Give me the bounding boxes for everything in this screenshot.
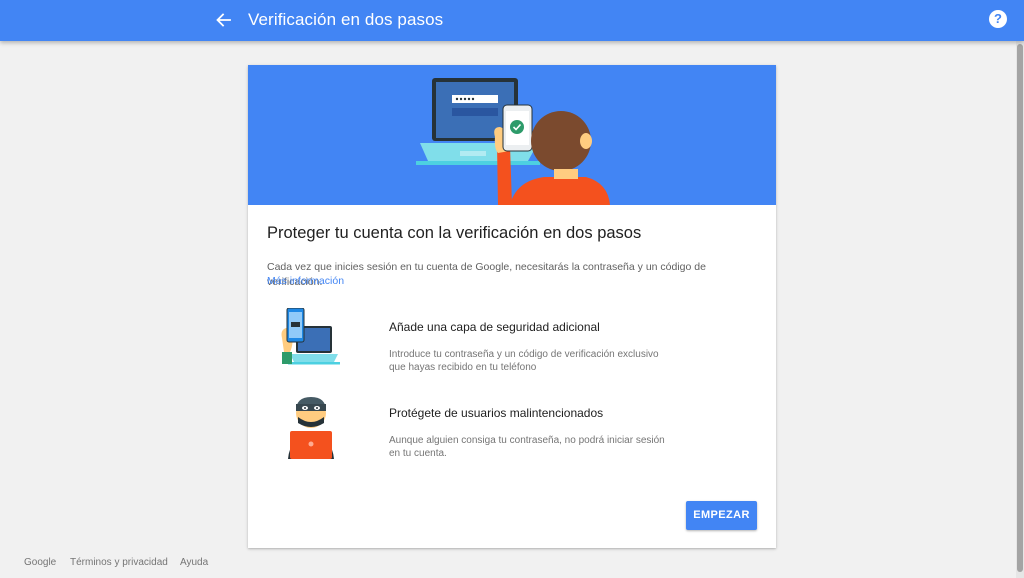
setup-card: Proteger tu cuenta con la verificación e… bbox=[248, 65, 776, 548]
card-heading: Proteger tu cuenta con la verificación e… bbox=[267, 224, 642, 242]
hero-illustration bbox=[248, 65, 776, 205]
phone-laptop-icon bbox=[276, 307, 340, 372]
scrollbar-thumb[interactable] bbox=[1017, 44, 1023, 572]
more-info-link[interactable]: Más información bbox=[267, 274, 344, 289]
start-button[interactable]: EMPEZAR bbox=[686, 501, 757, 530]
masked-intruder-icon bbox=[282, 393, 340, 459]
footer-link-terms[interactable]: Términos y privacidad bbox=[70, 556, 168, 570]
help-icon[interactable]: ? bbox=[989, 10, 1007, 28]
page-title: Verificación en dos pasos bbox=[248, 10, 444, 29]
feature-desc-security-line1: Introduce tu contraseña y un código de v… bbox=[389, 349, 659, 360]
feature-desc-security-line2: que hayas recibido en tu teléfono bbox=[389, 362, 537, 373]
arrow-back-icon[interactable] bbox=[210, 8, 236, 32]
feature-desc-protection-line2: en tu cuenta. bbox=[389, 448, 447, 459]
feature-title-security: Añade una capa de seguridad adicional bbox=[389, 320, 600, 334]
footer-link-google[interactable]: Google bbox=[24, 556, 56, 570]
footer-link-help[interactable]: Ayuda bbox=[180, 556, 208, 570]
feature-desc-protection-line1: Aunque alguien consiga tu contraseña, no… bbox=[389, 435, 665, 446]
app-bar: Verificación en dos pasos ? bbox=[0, 0, 1024, 41]
feature-title-protection: Protégete de usuarios malintencionados bbox=[389, 406, 604, 420]
